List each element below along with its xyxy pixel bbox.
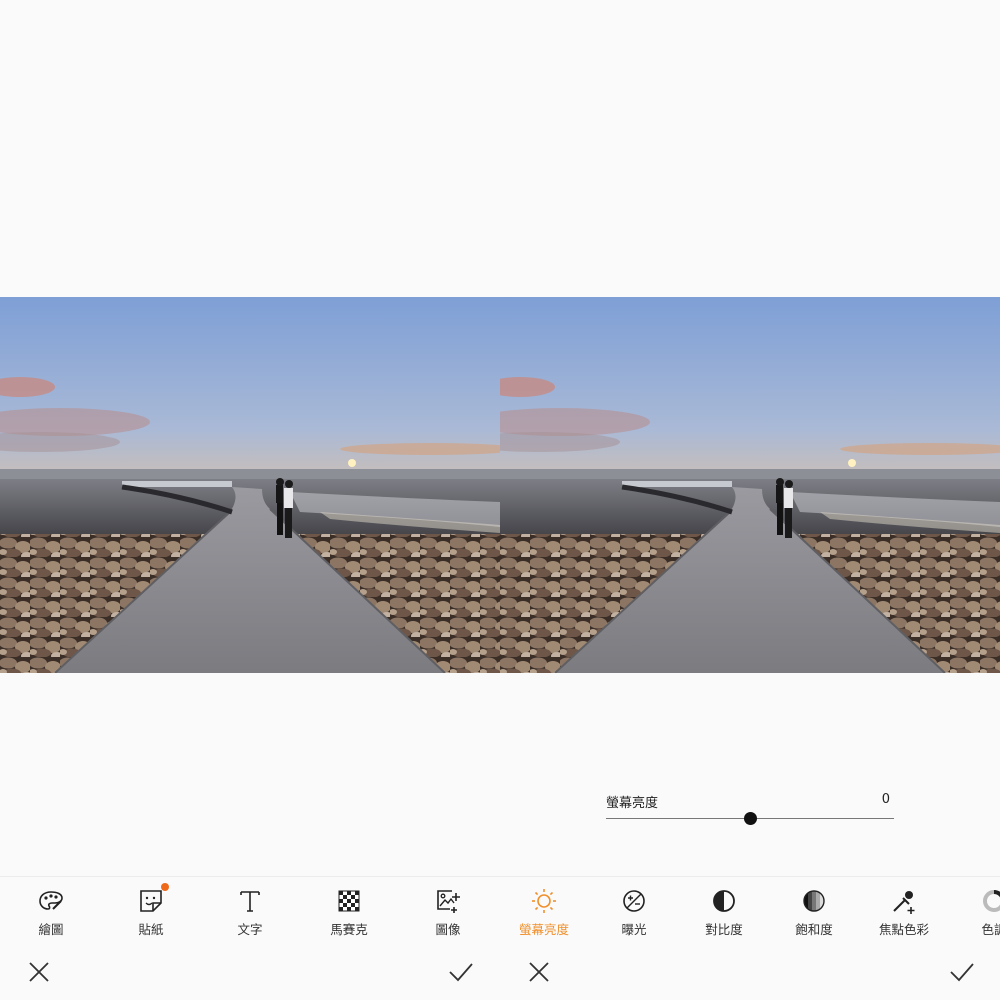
tool-label: 馬賽克 [330, 922, 368, 937]
tool-label: 飽和度 [795, 922, 833, 937]
tool-label: 曝光 [621, 922, 647, 937]
slider-thumb[interactable] [744, 812, 757, 825]
edit-toolbar: 繪圖 貼紙 文字 馬賽克 圖像 [0, 876, 500, 947]
tool-exposure[interactable]: 曝光 [589, 877, 679, 947]
tool-label: 焦點色彩 [878, 922, 929, 937]
tone-icon [983, 890, 1000, 912]
tool-brightness[interactable]: 螢幕亮度 [500, 877, 589, 947]
tool-label: 色調 [981, 922, 1000, 937]
tool-saturation[interactable]: 飽和度 [769, 877, 859, 947]
right-editor-panel: 螢幕亮度 0 螢幕亮度 曝光 對比度 飽和度 焦點色彩 色 [500, 0, 1000, 1000]
slider-label: 螢幕亮度 [606, 796, 659, 811]
check-icon[interactable] [447, 958, 475, 986]
left-editor-panel: 繪圖 貼紙 文字 馬賽克 圖像 [0, 0, 500, 1000]
mosaic-icon [338, 890, 360, 912]
notification-badge [161, 883, 169, 891]
brightness-icon [532, 889, 556, 913]
text-icon [240, 891, 260, 912]
photo-preview [0, 297, 500, 673]
tool-label: 文字 [237, 922, 263, 937]
slider-value: 0 [881, 792, 890, 807]
close-icon[interactable] [25, 958, 53, 986]
tool-label: 貼紙 [138, 922, 164, 937]
adjust-toolbar: 螢幕亮度 曝光 對比度 飽和度 焦點色彩 色 [500, 876, 1000, 947]
tool-label: 繪圖 [38, 922, 64, 937]
saturation-icon [803, 890, 825, 912]
sticker-icon [137, 883, 169, 915]
brightness-slider: 螢幕亮度 0 [606, 792, 894, 828]
photo-preview [500, 297, 1000, 673]
tool-image[interactable]: 圖像 [403, 877, 493, 947]
tool-tone[interactable]: 色調 [949, 877, 1000, 947]
tool-text[interactable]: 文字 [205, 877, 295, 947]
tool-focus-color[interactable]: 焦點色彩 [859, 877, 949, 947]
tool-label: 對比度 [705, 922, 743, 937]
palette-icon [39, 891, 63, 910]
tool-label: 螢幕亮度 [518, 922, 569, 937]
color-picker-icon [893, 891, 915, 914]
tool-draw[interactable]: 繪圖 [6, 877, 96, 947]
tool-sticker[interactable]: 貼紙 [106, 877, 196, 947]
contrast-icon [713, 890, 735, 912]
add-image-icon [437, 890, 460, 913]
tool-mosaic[interactable]: 馬賽克 [304, 877, 394, 947]
tool-label: 圖像 [435, 922, 461, 937]
exposure-icon [623, 890, 645, 912]
check-icon[interactable] [948, 958, 976, 986]
tool-contrast[interactable]: 對比度 [679, 877, 769, 947]
close-icon[interactable] [525, 958, 553, 986]
